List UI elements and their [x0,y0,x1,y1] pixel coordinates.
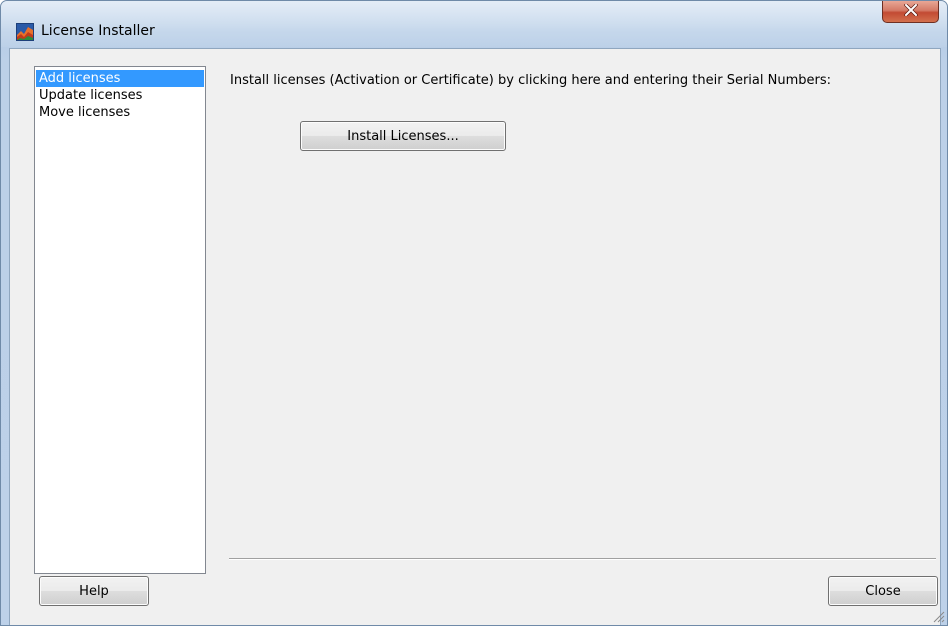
list-item-move-licenses[interactable]: Move licenses [36,104,204,121]
resize-grip-icon[interactable] [931,609,945,623]
window-title: License Installer [41,23,155,39]
close-button[interactable]: Close [828,576,938,606]
title-bar[interactable]: License Installer [1,1,947,47]
close-icon [903,2,918,20]
list-item-update-licenses[interactable]: Update licenses [36,87,204,104]
instruction-text: Install licenses (Activation or Certific… [230,73,832,88]
help-button[interactable]: Help [39,576,149,606]
app-chart-icon [16,23,34,41]
license-installer-window: License Installer Add licenses Update li… [0,0,948,626]
install-licenses-button[interactable]: Install Licenses... [300,121,506,151]
separator [229,558,936,560]
window-close-button[interactable] [882,1,939,23]
license-action-list[interactable]: Add licenses Update licenses Move licens… [34,66,206,574]
list-item-add-licenses[interactable]: Add licenses [36,70,204,87]
dialog-content: Add licenses Update licenses Move licens… [9,48,941,625]
